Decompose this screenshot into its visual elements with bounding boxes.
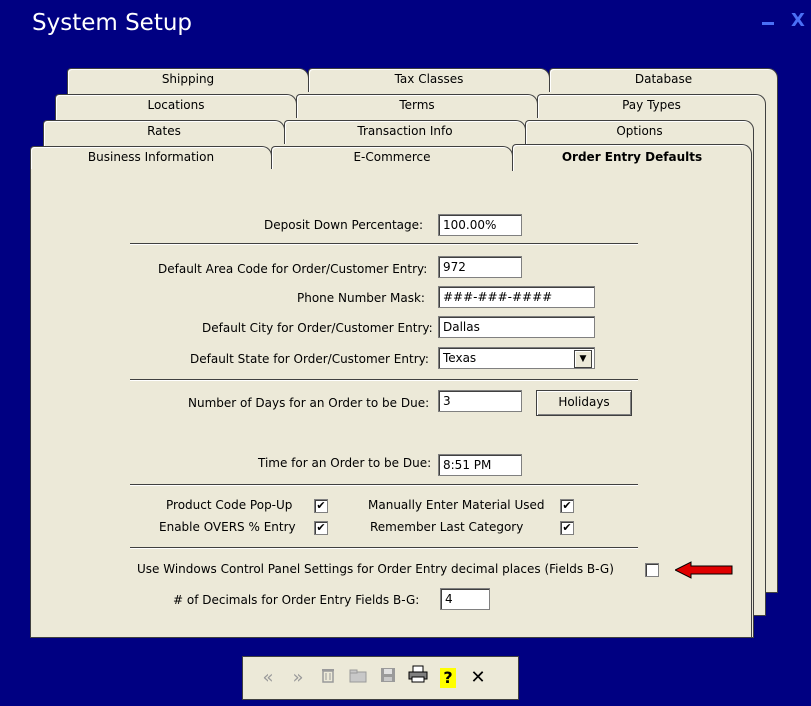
window: System Setup X Shipping Tax Classes Data… xyxy=(0,0,811,706)
tab-rates-label: Rates xyxy=(147,124,181,138)
arrow-left-icon xyxy=(675,561,733,579)
tab-locations[interactable]: Locations xyxy=(55,94,297,118)
tab-locations-label: Locations xyxy=(147,98,205,112)
windows-settings-checkbox[interactable] xyxy=(645,563,659,577)
tab-rates[interactable]: Rates xyxy=(43,120,285,144)
area-code-label: Default Area Code for Order/Customer Ent… xyxy=(158,262,428,276)
manual-material-checkbox[interactable]: ✔ xyxy=(560,499,574,513)
decimals-label: # of Decimals for Order Entry Fields B-G… xyxy=(173,593,420,607)
tab-terms[interactable]: Terms xyxy=(296,94,538,118)
tab-options[interactable]: Options xyxy=(525,120,754,144)
overs-label: Enable OVERS % Entry xyxy=(159,520,296,534)
tab-options-label: Options xyxy=(616,124,663,138)
separator-2 xyxy=(130,379,638,381)
separator-3 xyxy=(130,484,638,486)
product-popup-checkbox[interactable]: ✔ xyxy=(314,499,328,513)
tab-tax-classes-label: Tax Classes xyxy=(394,72,464,86)
deposit-label: Deposit Down Percentage: xyxy=(264,218,424,232)
tab-tax-classes[interactable]: Tax Classes xyxy=(308,68,550,92)
separator-4 xyxy=(130,547,638,549)
print-icon[interactable] xyxy=(405,665,431,691)
tab-shipping[interactable]: Shipping xyxy=(67,68,309,92)
help-icon-glyph: ? xyxy=(440,668,456,688)
tab-transaction-info-label: Transaction Info xyxy=(357,124,453,138)
deposit-input[interactable]: 100.00% xyxy=(438,214,522,236)
tab-e-commerce-label: E-Commerce xyxy=(353,150,431,164)
manual-material-label: Manually Enter Material Used xyxy=(368,498,545,512)
tab-e-commerce[interactable]: E-Commerce xyxy=(271,146,513,170)
city-input[interactable]: Dallas xyxy=(438,316,595,338)
windows-settings-label: Use Windows Control Panel Settings for O… xyxy=(137,562,614,576)
decimals-input[interactable]: 4 xyxy=(440,588,490,610)
record-toolbar: « » ? ✕ xyxy=(242,656,519,700)
folder-icon[interactable] xyxy=(345,665,371,691)
product-popup-label: Product Code Pop-Up xyxy=(166,498,293,512)
holidays-button[interactable]: Holidays xyxy=(536,390,632,416)
remember-category-checkbox[interactable]: ✔ xyxy=(560,521,574,535)
state-select-value: Texas xyxy=(443,351,477,365)
tab-database-label: Database xyxy=(634,72,693,86)
remember-category-label: Remember Last Category xyxy=(370,520,524,534)
help-icon[interactable]: ? xyxy=(435,665,461,691)
days-input[interactable]: 3 xyxy=(438,390,522,412)
phone-mask-input[interactable]: ###-###-#### xyxy=(438,286,595,308)
tab-database[interactable]: Database xyxy=(549,68,778,92)
days-label: Number of Days for an Order to be Due: xyxy=(188,396,430,410)
close-button[interactable]: X xyxy=(791,10,805,31)
city-label: Default City for Order/Customer Entry: xyxy=(202,321,433,335)
minimize-button[interactable] xyxy=(762,22,774,25)
tab-terms-label: Terms xyxy=(399,98,435,112)
area-code-input[interactable]: 972 xyxy=(438,256,522,278)
tab-business-information[interactable]: Business Information xyxy=(30,146,272,170)
separator-1 xyxy=(130,243,638,245)
phone-mask-label: Phone Number Mask: xyxy=(297,291,425,305)
chevron-down-icon[interactable]: ▼ xyxy=(574,350,592,368)
save-icon[interactable] xyxy=(375,665,401,691)
tab-order-entry-defaults[interactable]: Order Entry Defaults xyxy=(512,144,752,171)
overs-checkbox[interactable]: ✔ xyxy=(314,521,328,535)
tab-order-entry-defaults-label: Order Entry Defaults xyxy=(561,150,703,164)
close-icon[interactable]: ✕ xyxy=(465,665,491,691)
first-record-icon[interactable]: « xyxy=(255,665,281,691)
tab-transaction-info[interactable]: Transaction Info xyxy=(284,120,526,144)
time-input[interactable]: 8:51 PM xyxy=(438,454,522,476)
tab-business-information-label: Business Information xyxy=(87,150,215,164)
time-label: Time for an Order to be Due: xyxy=(258,456,432,470)
tab-shipping-label: Shipping xyxy=(161,72,215,86)
delete-icon[interactable] xyxy=(315,665,341,691)
tab-pay-types-label: Pay Types xyxy=(622,98,681,112)
tab-pay-types[interactable]: Pay Types xyxy=(537,94,766,118)
state-select[interactable]: Texas ▼ xyxy=(438,347,595,369)
state-label: Default State for Order/Customer Entry: xyxy=(190,352,429,366)
next-record-icon[interactable]: » xyxy=(285,665,311,691)
window-title: System Setup xyxy=(32,10,193,36)
